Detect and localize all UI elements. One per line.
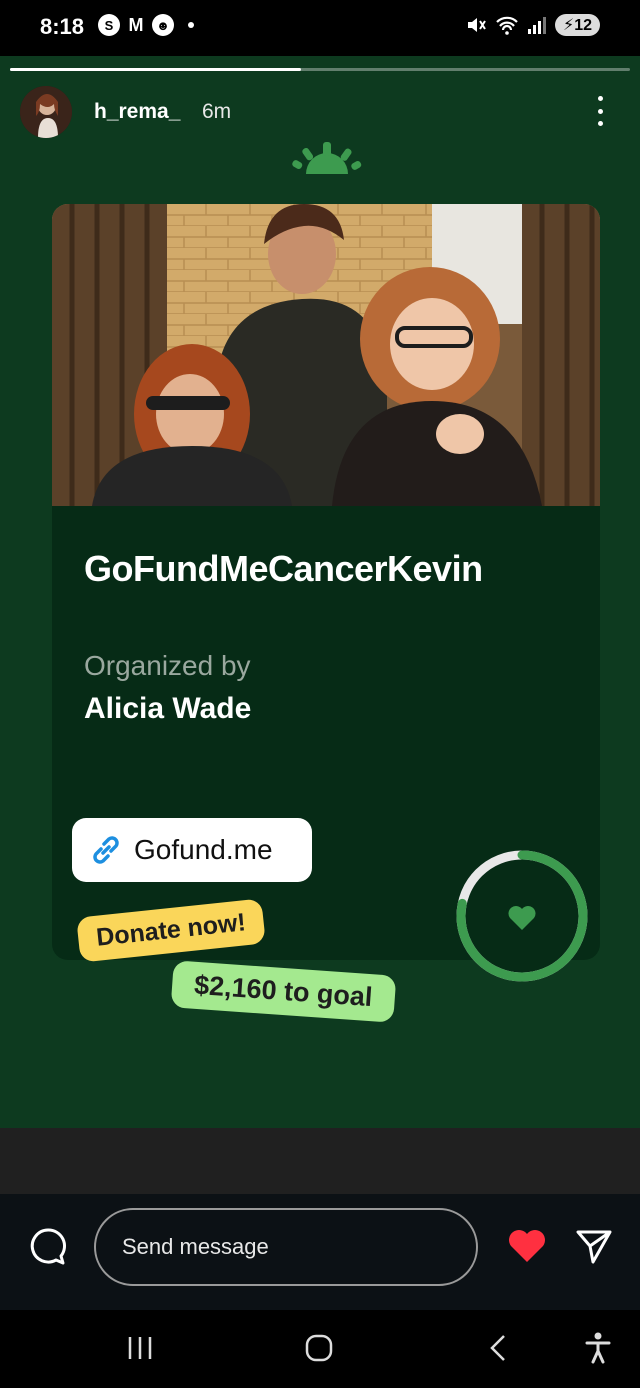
app-notification-icon: ☻ — [152, 14, 174, 36]
story-timestamp: 6m — [202, 100, 232, 123]
organized-by-label: Organized by — [84, 650, 251, 681]
battery-level: 12 — [574, 17, 592, 34]
mute-icon — [467, 18, 486, 32]
organizer-name: Alicia Wade — [84, 692, 252, 725]
system-navigation-bar — [0, 1310, 640, 1388]
snapchat-notification-icon: S — [98, 14, 120, 36]
more-options-icon[interactable] — [588, 96, 612, 126]
signal-icon — [527, 17, 546, 34]
chat-bubble-icon[interactable] — [28, 1226, 68, 1266]
story-username[interactable]: h_rema_ — [94, 100, 180, 124]
wifi-icon — [496, 16, 518, 35]
link-label: Gofund.me — [134, 834, 273, 865]
send-message-input[interactable]: Send message — [94, 1208, 478, 1286]
recent-apps-icon[interactable] — [118, 1326, 162, 1370]
fundraiser-title: GoFundMeCancerKevin — [84, 548, 483, 589]
story-progress-bar — [10, 68, 630, 71]
story-view[interactable]: h_rema_ 6m GoFundMeCancerKevin Organized… — [0, 56, 640, 1128]
avatar[interactable] — [20, 86, 72, 138]
home-icon[interactable] — [297, 1326, 341, 1370]
send-message-placeholder: Send message — [122, 1234, 269, 1259]
accessibility-icon[interactable] — [576, 1326, 620, 1370]
link-icon — [93, 836, 119, 864]
gofundme-logo-icon — [292, 142, 362, 174]
send-icon[interactable] — [574, 1226, 614, 1266]
donation-progress-ring — [456, 850, 588, 982]
system-icons: ⚡12 — [465, 14, 600, 36]
more-notifications-dot-icon — [188, 22, 194, 28]
back-icon[interactable] — [476, 1326, 520, 1370]
notification-icons: S M ☻ — [98, 14, 194, 36]
avatar-image — [20, 86, 72, 138]
gmail-notification-icon: M — [128, 14, 144, 35]
goal-remaining-tag: $2,160 to goal — [170, 960, 396, 1023]
story-footer-strip — [0, 1128, 640, 1194]
link-sticker[interactable]: Gofund.me — [72, 818, 312, 882]
reply-bar: Send message — [0, 1194, 640, 1310]
battery-indicator: ⚡12 — [554, 14, 600, 36]
status-bar: 8:18 S M ☻ ⚡12 — [0, 0, 640, 56]
fundraiser-photo — [52, 204, 600, 506]
story-progress-fill — [10, 68, 302, 71]
status-time: 8:18 — [40, 14, 85, 39]
heart-icon[interactable] — [506, 1226, 548, 1264]
